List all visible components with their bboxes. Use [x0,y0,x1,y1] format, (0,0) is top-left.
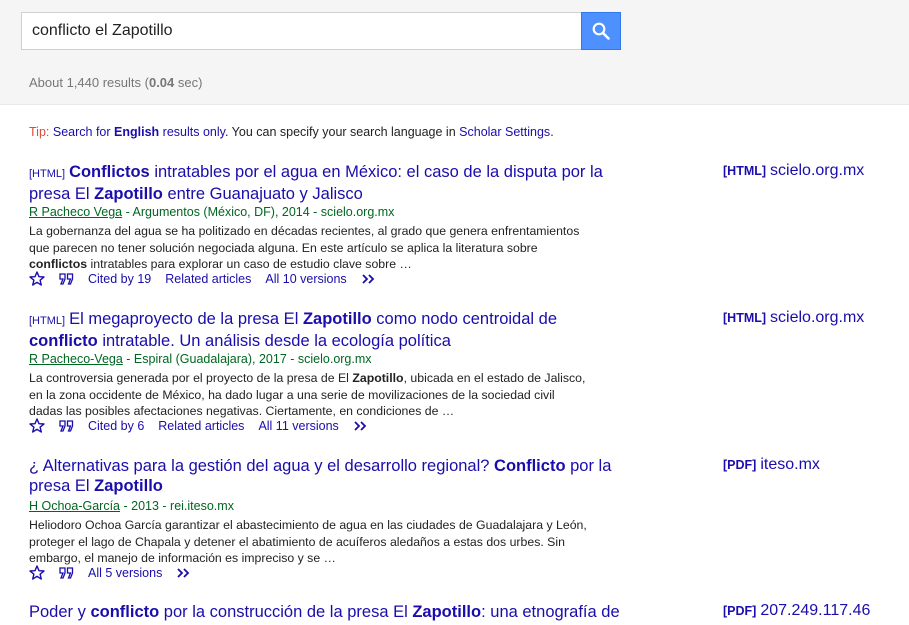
result-item: [HTML] El megaproyecto de la presa El Zap… [29,309,909,439]
result-type-tag: [HTML] [29,315,66,327]
scholar-settings-link[interactable]: Scholar Settings [459,125,550,139]
result-fulltext-link[interactable]: [HTML] scielo.org.mx [723,162,864,180]
all-versions-link[interactable]: All 11 versions [258,419,338,433]
cited-by-link[interactable]: Cited by 6 [88,419,144,433]
more-chevron-icon[interactable] [361,273,377,285]
more-chevron-icon[interactable] [176,567,192,579]
author-link[interactable]: R Pacheco Vega [29,205,122,219]
result-fulltext-link[interactable]: [PDF] 207.249.117.46 [723,602,870,620]
result-snippet: Heliodoro Ochoa García garantizar el aba… [29,518,587,565]
result-type-tag: [HTML] [29,168,66,180]
fulltext-domain[interactable]: scielo.org.mx [770,309,864,326]
result-title[interactable]: [HTML] El megaproyecto de la presa El Zap… [29,309,629,351]
result-title-text[interactable]: El megaproyecto de la presa El Zapotillo… [29,310,557,350]
cite-quote-icon[interactable] [59,566,74,579]
result-title[interactable]: Poder y conflicto por la construcción de… [29,602,669,622]
search-icon [592,22,610,40]
result-source: - 2013 - rei.iteso.mx [120,499,234,513]
result-actions: Cited by 19 Related articles All 10 vers… [29,271,391,286]
result-actions: All 5 versions [29,565,206,580]
more-chevron-icon[interactable] [353,420,369,432]
search-header: About 1,440 results (0.04 sec) [0,0,909,105]
result-author-line: H Ochoa-García - 2013 - rei.iteso.mx [29,499,234,513]
fulltext-domain[interactable]: 207.249.117.46 [760,602,870,619]
result-source: - Espiral (Guadalajara), 2017 - scielo.o… [122,352,372,366]
all-versions-link[interactable]: All 5 versions [88,566,162,580]
all-versions-link[interactable]: All 10 versions [265,272,346,286]
result-item: [HTML] Conflictos intratables por el agua… [29,162,909,292]
cited-by-link[interactable]: Cited by 19 [88,272,151,286]
result-title-text[interactable]: ¿ Alternativas para la gestión del agua … [29,457,611,495]
save-star-icon[interactable] [29,271,45,286]
result-item: ¿ Alternativas para la gestión del agua … [29,456,909,586]
fulltext-type-tag: [PDF] [723,458,757,472]
result-title[interactable]: ¿ Alternativas para la gestión del agua … [29,456,629,496]
result-actions: Cited by 6 Related articles All 11 versi… [29,418,383,433]
results-stats: About 1,440 results (0.04 sec) [29,75,202,90]
result-title-text[interactable]: Conflictos intratables por el agua en Mé… [29,163,603,203]
fulltext-type-tag: [HTML] [723,164,767,178]
fulltext-type-tag: [PDF] [723,604,757,618]
fulltext-domain[interactable]: scielo.org.mx [770,162,864,179]
results-time-suffix: sec) [174,75,203,90]
language-tip: Tip: Search for English results only. Yo… [29,125,554,139]
results-count: About 1,440 results ( [29,75,149,90]
search-input[interactable] [21,12,581,50]
search-button[interactable] [581,12,621,50]
tip-text: . You can specify your search language i… [224,125,456,139]
author-link[interactable]: H Ochoa-García [29,499,120,513]
result-snippet: La gobernanza del agua se ha politizado … [29,224,580,271]
cite-quote-icon[interactable] [59,419,74,432]
tip-label: Tip: [29,125,50,139]
results-time: 0.04 [148,75,175,90]
fulltext-domain[interactable]: iteso.mx [760,456,820,473]
result-snippet: La controversia generada por el proyecto… [29,371,586,418]
result-title-text[interactable]: Poder y conflicto por la construcción de… [29,603,620,621]
result-source: - Argumentos (México, DF), 2014 - scielo… [122,205,395,219]
fulltext-type-tag: [HTML] [723,311,767,325]
result-author-line: R Pacheco Vega - Argumentos (México, DF)… [29,205,394,219]
result-fulltext-link[interactable]: [HTML] scielo.org.mx [723,309,864,327]
result-fulltext-link[interactable]: [PDF] iteso.mx [723,456,820,474]
save-star-icon[interactable] [29,418,45,433]
related-articles-link[interactable]: Related articles [165,272,251,286]
save-star-icon[interactable] [29,565,45,580]
result-title[interactable]: [HTML] Conflictos intratables por el agua… [29,162,629,204]
result-item: Poder y conflicto por la construcción de… [29,602,909,625]
cite-quote-icon[interactable] [59,272,74,285]
result-author-line: R Pacheco-Vega - Espiral (Guadalajara), … [29,352,372,366]
english-only-link[interactable]: Search for English results only [53,125,225,139]
related-articles-link[interactable]: Related articles [158,419,244,433]
author-link[interactable]: R Pacheco-Vega [29,352,123,366]
